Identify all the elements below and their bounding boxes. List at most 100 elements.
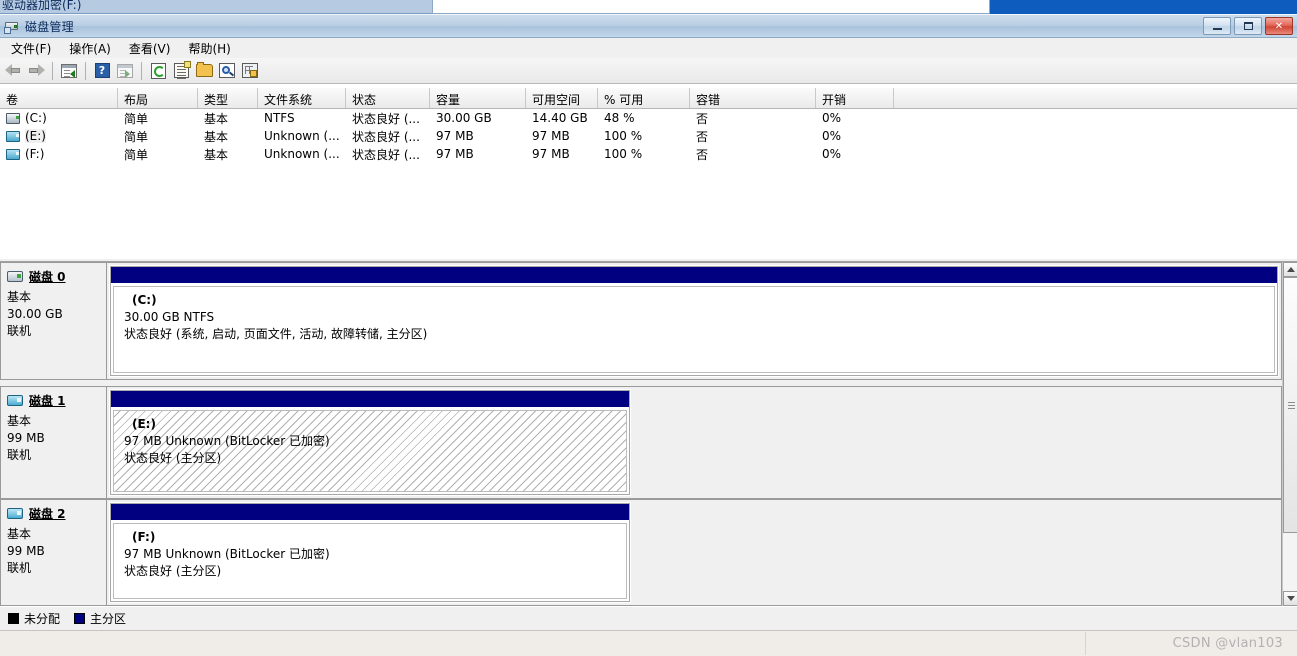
disk-name: 磁盘 0 [29, 270, 66, 284]
disk-info-panel[interactable]: 磁盘 0 基本 30.00 GB 联机 [0, 262, 106, 380]
menu-help[interactable]: 帮助(H) [179, 38, 239, 59]
legend-swatch [74, 613, 86, 624]
column-header-4[interactable]: 状态 [346, 88, 430, 108]
partition-details: (E:) 97 MB Unknown (BitLocker 已加密) 状态良好 (主… [113, 410, 627, 492]
partition-block[interactable]: (F:) 97 MB Unknown (BitLocker 已加密) 状态良好 (主… [109, 502, 631, 603]
volume-name-cell: (E:) [0, 129, 118, 143]
menubar: 文件(F) 操作(A) 查看(V) 帮助(H) [0, 38, 1297, 58]
back-icon[interactable] [2, 60, 24, 82]
background-window[interactable]: 驱动器加密(F:) [0, 0, 1297, 14]
refresh-icon[interactable] [147, 60, 169, 82]
disk-management-icon [4, 18, 20, 34]
column-header-5[interactable]: 容量 [430, 88, 526, 108]
window-title: 磁盘管理 [25, 19, 74, 34]
partition-block[interactable]: (C:) 30.00 GB NTFS 状态良好 (系统, 启动, 页面文件, 活动,… [109, 265, 1279, 377]
column-header-8[interactable]: 容错 [690, 88, 816, 108]
close-button[interactable]: ✕ [1265, 17, 1293, 35]
volume-name-cell: (F:) [0, 147, 118, 161]
legend-swatch [8, 613, 19, 624]
volume-name-cell: (C:) [0, 111, 118, 125]
rescan-disks-icon[interactable] [239, 60, 261, 82]
table-cell: 状态良好 (... [352, 129, 420, 144]
menu-view[interactable]: 查看(V) [120, 38, 180, 59]
disk-partition-strip: (C:) 30.00 GB NTFS 状态良好 (系统, 启动, 页面文件, 活动,… [106, 262, 1282, 380]
disk-size: 30.00 GB [7, 307, 63, 321]
table-cell: 48 % [604, 111, 635, 125]
open-folder-icon[interactable] [193, 60, 215, 82]
column-header-2[interactable]: 类型 [198, 88, 258, 108]
volume-label: (E:) [25, 129, 46, 143]
statusbar: CSDN @vlan103 [0, 630, 1297, 656]
menu-action[interactable]: 操作(A) [60, 38, 120, 59]
table-cell: 状态良好 (... [352, 147, 420, 162]
help-icon[interactable]: ? [91, 60, 113, 82]
column-header-0[interactable]: 卷 [0, 88, 118, 108]
disk-name: 磁盘 1 [29, 394, 66, 408]
table-cell: Unknown (... [264, 147, 340, 161]
table-cell: 14.40 GB [532, 111, 588, 125]
table-row[interactable]: (C:) 简单 基本 NTFS 状态良好 (... 30.00 GB 14.40 GB 48 … [0, 109, 1297, 127]
column-header-9[interactable]: 开销 [816, 88, 894, 108]
column-header-7[interactable]: % 可用 [598, 88, 690, 108]
properties-icon[interactable] [170, 60, 192, 82]
toolbar-separator [85, 61, 86, 80]
volume-list: 卷布局 类型 文件系统 状态 容量 可用空间% 可用 容错 开销 (C:) 简单 基本 NTFS 状态… [0, 88, 1297, 258]
table-cell: NTFS [264, 111, 295, 125]
show-action-pane-icon[interactable] [114, 60, 136, 82]
disk-row[interactable]: 磁盘 2 基本 99 MB 联机 (F:) 97 MB Unknown (BitLocke… [0, 499, 1282, 606]
legend-primary-partition: 主分区 [74, 610, 126, 627]
disk-row[interactable]: 磁盘 1 基本 99 MB 联机 (E:) 97 MB Unknown (BitLocke… [0, 386, 1282, 499]
show-console-tree-icon[interactable] [58, 60, 80, 82]
removable-disk-icon [6, 130, 20, 142]
disk-partition-strip: (E:) 97 MB Unknown (BitLocker 已加密) 状态良好 (主… [106, 386, 1282, 499]
table-row[interactable]: (F:) 简单 基本 Unknown (... 状态良好 (... 97 MB 97 MB 1… [0, 145, 1297, 163]
scroll-down-button[interactable] [1283, 591, 1297, 606]
partition-size-fs: 97 MB Unknown (BitLocker 已加密) [124, 434, 330, 448]
column-header-3[interactable]: 文件系统 [258, 88, 346, 108]
table-cell: 基本 [204, 129, 229, 144]
forward-icon[interactable] [25, 60, 47, 82]
partition-details: (C:) 30.00 GB NTFS 状态良好 (系统, 启动, 页面文件, 活动,… [113, 286, 1275, 373]
column-header-1[interactable]: 布局 [118, 88, 198, 108]
disk-info-panel[interactable]: 磁盘 2 基本 99 MB 联机 [0, 499, 106, 606]
statusbar-divider [1085, 632, 1086, 655]
column-header-6[interactable]: 可用空间 [526, 88, 598, 108]
watermark: CSDN @vlan103 [1172, 636, 1283, 651]
column-header-10[interactable] [894, 88, 1197, 108]
disk-graphical-pane: 磁盘 0 基本 30.00 GB 联机 (C:) 30.00 GB NTFS 状态良好 (系… [0, 262, 1297, 606]
menu-file[interactable]: 文件(F) [2, 38, 60, 59]
disk-graphical-scroll-area: 磁盘 0 基本 30.00 GB 联机 (C:) 30.00 GB NTFS 状态良好 (系… [0, 262, 1282, 606]
removable-disk-icon [7, 508, 23, 519]
titlebar: 磁盘管理 ✕ [0, 14, 1297, 38]
disk-partition-strip: (F:) 97 MB Unknown (BitLocker 已加密) 状态良好 (主… [106, 499, 1282, 606]
disk-row[interactable]: 磁盘 0 基本 30.00 GB 联机 (C:) 30.00 GB NTFS 状态良好 (系… [0, 262, 1282, 380]
disk-size: 99 MB [7, 431, 45, 445]
minimize-button[interactable] [1203, 17, 1231, 35]
toolbar-separator [141, 61, 142, 80]
background-window-body [432, 0, 990, 14]
volume-label: (F:) [25, 147, 45, 161]
table-row[interactable]: (E:) 简单 基本 Unknown (... 状态良好 (... 97 MB 97 MB 1… [0, 127, 1297, 145]
search-icon[interactable] [216, 60, 238, 82]
toolbar-separator [52, 61, 53, 80]
removable-disk-icon [7, 395, 23, 406]
table-cell: 100 % [604, 147, 643, 161]
volume-list-header: 卷布局 类型 文件系统 状态 容量 可用空间% 可用 容错 开销 [0, 88, 1297, 109]
partition-block[interactable]: (E:) 97 MB Unknown (BitLocker 已加密) 状态良好 (主… [109, 389, 631, 496]
scroll-up-button[interactable] [1283, 262, 1297, 277]
table-cell: 简单 [124, 147, 149, 162]
fixed-disk-icon [6, 112, 20, 124]
disk-pane-scrollbar[interactable] [1282, 262, 1297, 606]
maximize-button[interactable] [1234, 17, 1262, 35]
partition-color-bar [111, 504, 629, 521]
scrollbar-thumb[interactable] [1283, 277, 1297, 533]
scrollbar-track[interactable] [1283, 277, 1297, 591]
table-cell: 0% [822, 111, 842, 125]
table-cell: 0% [822, 147, 842, 161]
fixed-disk-icon [7, 271, 23, 282]
disk-info-panel[interactable]: 磁盘 1 基本 99 MB 联机 [0, 386, 106, 499]
partition-size-fs: 30.00 GB NTFS [124, 310, 215, 324]
partition-size-fs: 97 MB Unknown (BitLocker 已加密) [124, 547, 330, 561]
table-cell: 100 % [604, 129, 643, 143]
legend: 未分配 主分区 [0, 606, 1297, 630]
